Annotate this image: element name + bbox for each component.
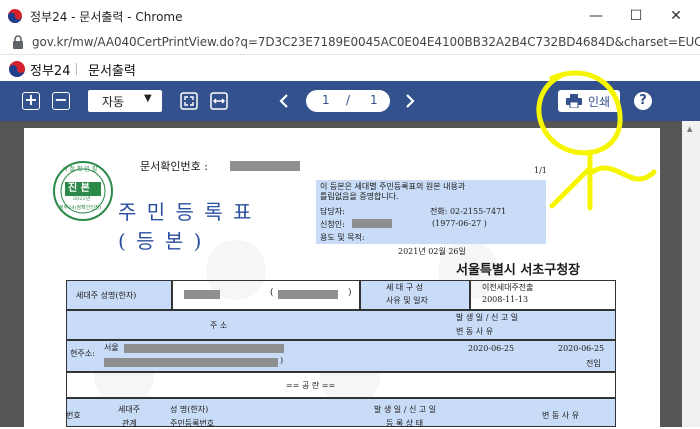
applicant-label: 신청인:	[320, 220, 345, 229]
current-address-label: 현주소:	[70, 349, 95, 358]
head-paren-open: (	[270, 288, 274, 298]
gov24-logo-icon	[8, 9, 22, 23]
change-header-1: 발 생 일 / 신 고 일	[456, 313, 519, 322]
header-divider	[76, 63, 77, 75]
address-header: 주 소	[210, 321, 228, 330]
occur-date: 2020-06-25	[468, 344, 515, 353]
report-date: 2020-06-25	[558, 344, 605, 353]
current-address-prefix: 서울	[104, 343, 119, 352]
doc-number-label: 문서확인번호 :	[140, 160, 208, 173]
officer-phone: 전화: 02-2155-7471	[430, 207, 507, 216]
comp-reason: 이전세대주전출	[482, 283, 534, 292]
gov24-logo-icon[interactable]	[9, 61, 25, 77]
zoom-out-button[interactable]: −	[52, 92, 70, 110]
blank-divider: == 공 란 ==	[286, 381, 336, 390]
address-bar[interactable]: gov.kr/mw/AA040CertPrintView.do?q=7D3C23…	[0, 32, 700, 55]
close-icon[interactable]: ✕	[666, 6, 686, 26]
page-separator: /	[346, 93, 351, 107]
section-title: 문서출력	[88, 64, 136, 79]
document-title: 주 민 등 록 표	[118, 200, 254, 224]
member-header-row	[66, 398, 616, 427]
issuer-name: 서울특별시 서초구청장	[456, 263, 581, 278]
purpose-label: 용도 및 목적:	[320, 233, 365, 242]
applicant-birth: (1977-06-27 )	[432, 219, 487, 228]
blank-row	[66, 372, 616, 398]
notice-line-2: 틀림없음을 증명합니다.	[320, 192, 399, 201]
document-subtitle: ( 등 본 )	[118, 229, 204, 253]
chevron-down-icon: ▼	[144, 93, 152, 104]
page-indicator[interactable]: 1 / 1	[306, 90, 390, 112]
address-paren-close: )	[280, 356, 284, 365]
redacted-head-name	[184, 290, 220, 299]
comp-date: 2008-11-13	[482, 295, 529, 304]
window-title-bar: 정부24 - 문서출력 - Chrome — ☐ ✕	[0, 0, 700, 32]
redacted-address-line-1	[124, 344, 284, 353]
stamp-year: 2021년	[73, 196, 91, 202]
officer-label: 담당자:	[320, 207, 345, 216]
col-date-2: 등 록 상 태	[386, 419, 424, 428]
zoom-select[interactable]: 자동 ▼	[88, 90, 162, 112]
col-number: 번호	[66, 411, 81, 420]
col-date-1: 발 생 일 / 신 고 일	[374, 405, 437, 414]
address-header-row	[66, 310, 616, 340]
stamp-bottom-text: 정부24(정확인인정)	[59, 205, 102, 211]
url-text[interactable]: gov.kr/mw/AA040CertPrintView.do?q=7D3C23…	[32, 35, 700, 49]
redacted-doc-number	[230, 161, 300, 171]
zoom-in-button[interactable]: +	[22, 92, 40, 110]
change-reason: 전입	[586, 359, 601, 368]
highlight-annotation	[536, 70, 657, 211]
head-paren-close: )	[348, 288, 352, 298]
col-relation-1: 세대주	[118, 405, 141, 414]
col-change-reason: 변 동 사 유	[542, 411, 580, 420]
comp-label-2: 사유 및 일자	[386, 296, 428, 305]
zoom-select-value: 자동	[102, 95, 125, 109]
minimize-icon[interactable]: —	[586, 6, 606, 26]
previous-page-icon[interactable]	[278, 93, 290, 109]
maximize-icon[interactable]: ☐	[626, 6, 646, 26]
fit-page-icon[interactable]	[180, 92, 198, 110]
page-current[interactable]: 1	[322, 93, 330, 107]
change-header-2: 변 동 사 유	[456, 327, 494, 336]
redacted-head-hanja	[278, 290, 338, 299]
head-label: 세대주 성명(한자)	[76, 291, 137, 300]
stamp-main-text: 진 본	[68, 183, 90, 194]
stamp-top-text: 시 철 확 인 필	[62, 166, 98, 173]
brand-name[interactable]: 정부24	[30, 60, 70, 79]
redacted-applicant	[352, 219, 392, 228]
page-total: 1	[370, 93, 378, 107]
fit-width-icon[interactable]	[210, 92, 228, 110]
next-page-icon[interactable]	[404, 93, 416, 109]
comp-label-1: 세 대 구 성	[386, 283, 424, 292]
col-relation-2: 관계	[122, 419, 137, 428]
lock-icon	[13, 35, 23, 49]
window-title: 정부24 - 문서출력 - Chrome	[30, 10, 183, 24]
col-name-2: 주민등록번호	[170, 419, 215, 428]
col-name-1: 성 명(한자)	[170, 405, 209, 414]
redacted-address-line-2	[104, 358, 278, 367]
issue-date: 2021년 02월 26일	[398, 247, 466, 256]
